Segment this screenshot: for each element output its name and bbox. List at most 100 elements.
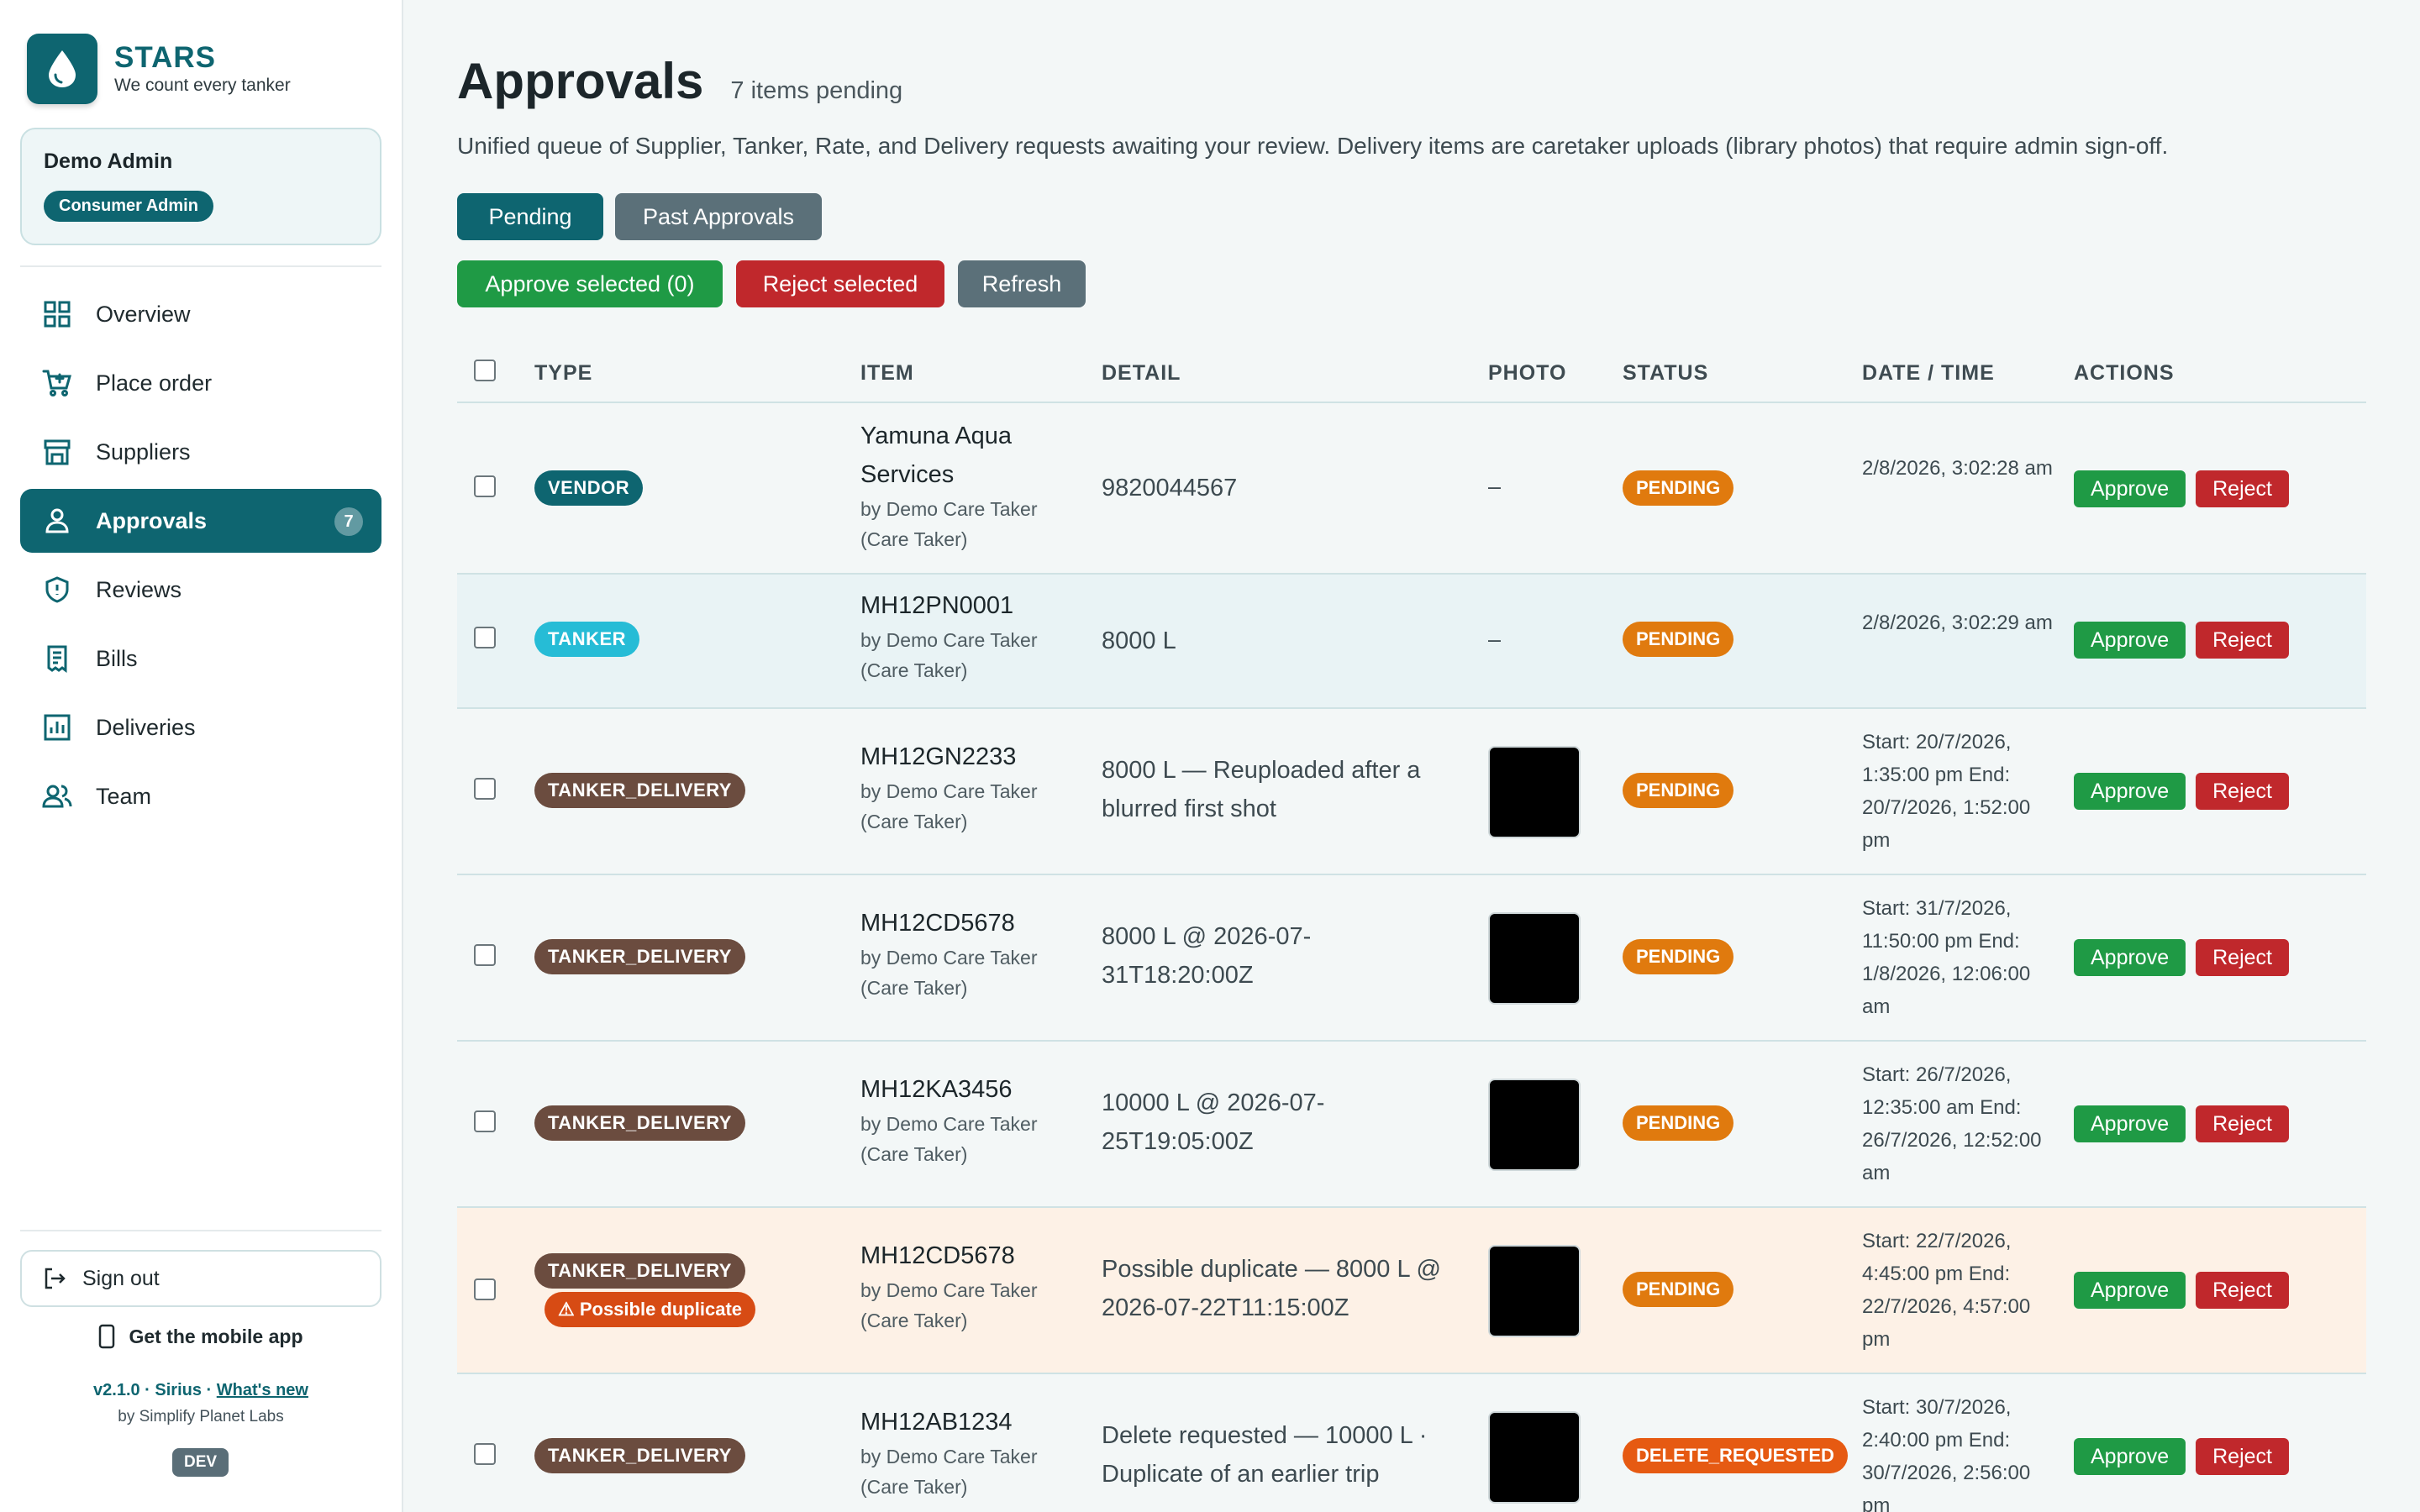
refresh-button[interactable]: Refresh [958, 260, 1086, 307]
item-detail: Possible duplicate — 8000 L @ 2026-07-22… [1102, 1256, 1441, 1321]
delivery-photo[interactable] [1488, 1411, 1581, 1504]
item-submitter: by Demo Care Taker (Care Taker) [860, 1446, 1038, 1498]
item-title: MH12KA3456 [860, 1076, 1013, 1103]
pending-count: 7 items pending [730, 77, 903, 104]
water-drop-icon [27, 34, 97, 104]
delivery-photo[interactable] [1488, 1245, 1581, 1337]
team-icon [40, 780, 74, 813]
select-all-checkbox[interactable] [474, 360, 496, 381]
sidebar-item-overview[interactable]: Overview [20, 282, 381, 346]
row-checkbox[interactable] [474, 475, 496, 497]
table-row: TANKER_DELIVERY MH12KA3456 by Demo Care … [457, 1042, 2366, 1208]
sidebar-item-approvals[interactable]: Approvals 7 [20, 489, 381, 553]
brand-tagline: We count every tanker [114, 76, 291, 95]
version-info: v2.1.0 · Sirius · What's new [20, 1381, 381, 1400]
row-checkbox[interactable] [474, 627, 496, 648]
table-row: TANKER_DELIVERY MH12AB1234 by Demo Care … [457, 1374, 2366, 1512]
reject-button[interactable]: Reject [2196, 1105, 2289, 1142]
sidebar-item-place-order[interactable]: Place order [20, 351, 381, 415]
sidebar-item-label: Place order [96, 370, 213, 396]
approve-button[interactable]: Approve [2074, 1272, 2186, 1309]
approvals-count-badge: 7 [334, 507, 363, 536]
item-datetime: 2/8/2026, 3:02:29 am [1862, 612, 2053, 634]
reject-button[interactable]: Reject [2196, 622, 2289, 659]
item-datetime: 2/8/2026, 3:02:28 am [1862, 457, 2053, 480]
reject-button[interactable]: Reject [2196, 1272, 2289, 1309]
receipt-icon [40, 642, 74, 675]
brand[interactable]: STARS We count every tanker [27, 34, 291, 104]
approvals-table: TYPE ITEM DETAIL PHOTO STATUS DATE / TIM… [457, 344, 2366, 1512]
reject-selected-button[interactable]: Reject selected [736, 260, 944, 307]
sidebar-item-label: Bills [96, 645, 138, 671]
delivery-photo[interactable] [1488, 912, 1581, 1005]
approve-selected-button[interactable]: Approve selected (0) [457, 260, 723, 307]
item-submitter: by Demo Care Taker (Care Taker) [860, 1279, 1038, 1331]
tab-past-approvals[interactable]: Past Approvals [615, 193, 822, 240]
reject-button[interactable]: Reject [2196, 773, 2289, 810]
reject-button[interactable]: Reject [2196, 939, 2289, 976]
row-checkbox[interactable] [474, 944, 496, 966]
sidebar-item-deliveries[interactable]: Deliveries [20, 696, 381, 759]
photo-empty: – [1488, 627, 1502, 652]
sidebar: STARS We count every tanker Demo Admin C… [0, 0, 403, 1512]
type-badge: TANKER_DELIVERY [534, 1105, 745, 1141]
delivery-photo[interactable] [1488, 1079, 1581, 1171]
sidebar-item-label: Reviews [96, 576, 182, 602]
divider [20, 265, 381, 267]
item-title: MH12CD5678 [860, 910, 1015, 937]
approve-button[interactable]: Approve [2074, 1105, 2186, 1142]
item-title: MH12AB1234 [860, 1409, 1013, 1436]
type-badge: TANKER_DELIVERY [534, 773, 745, 808]
reject-button[interactable]: Reject [2196, 470, 2289, 507]
sidebar-nav: Overview Place order Suppliers Approvals… [20, 282, 381, 833]
table-row: TANKER_DELIVERY MH12CD5678 by Demo Care … [457, 875, 2366, 1042]
mobile-app-link[interactable]: Get the mobile app [20, 1324, 381, 1349]
sidebar-item-bills[interactable]: Bills [20, 627, 381, 690]
status-badge: PENDING [1623, 470, 1734, 506]
item-datetime: Start: 30/7/2026, 2:40:00 pm End: 30/7/2… [1862, 1396, 2031, 1512]
sidebar-item-reviews[interactable]: Reviews [20, 558, 381, 622]
header-type: TYPE [534, 361, 593, 385]
row-checkbox[interactable] [474, 1110, 496, 1132]
item-datetime: Start: 20/7/2026, 1:35:00 pm End: 20/7/2… [1862, 731, 2031, 852]
company-credit: by Simplify Planet Labs [118, 1408, 284, 1425]
row-checkbox[interactable] [474, 1443, 496, 1465]
brand-name: STARS [114, 41, 217, 74]
item-submitter: by Demo Care Taker (Care Taker) [860, 1113, 1038, 1165]
row-checkbox[interactable] [474, 1278, 496, 1300]
approve-button[interactable]: Approve [2074, 470, 2186, 507]
sign-out-button[interactable]: Sign out [20, 1250, 381, 1307]
mobile-app-label: Get the mobile app [129, 1325, 303, 1347]
type-badge: TANKER [534, 622, 640, 657]
table-header: TYPE ITEM DETAIL PHOTO STATUS DATE / TIM… [457, 344, 2366, 403]
item-title: Yamuna Aqua Services [860, 423, 1013, 488]
store-icon [40, 435, 74, 469]
approve-button[interactable]: Approve [2074, 622, 2186, 659]
whats-new-link[interactable]: What's new [217, 1381, 308, 1399]
delivery-photo[interactable] [1488, 746, 1581, 838]
sidebar-item-label: Team [96, 783, 152, 809]
item-detail: 9820044567 [1102, 475, 1238, 501]
item-detail: 10000 L @ 2026-07-25T19:05:00Z [1102, 1089, 1325, 1155]
approve-button[interactable]: Approve [2074, 1438, 2186, 1475]
sidebar-item-suppliers[interactable]: Suppliers [20, 420, 381, 484]
reject-button[interactable]: Reject [2196, 1438, 2289, 1475]
sidebar-item-label: Overview [96, 301, 191, 327]
approve-button[interactable]: Approve [2074, 939, 2186, 976]
table-row: TANKER MH12PN0001 by Demo Care Taker (Ca… [457, 575, 2366, 709]
item-detail: Delete requested — 10000 L · Duplicate o… [1102, 1422, 1428, 1488]
status-badge: DELETE_REQUESTED [1623, 1438, 1848, 1473]
status-badge: PENDING [1623, 1272, 1734, 1307]
row-checkbox[interactable] [474, 778, 496, 800]
person-badge-icon [40, 504, 74, 538]
table-row: TANKER_DELIVERY ⚠ Possible duplicate MH1… [457, 1208, 2366, 1374]
version-text: v2.1.0 · Sirius · [93, 1381, 217, 1399]
photo-empty: – [1488, 474, 1502, 499]
approve-button[interactable]: Approve [2074, 773, 2186, 810]
item-detail: 8000 L @ 2026-07-31T18:20:00Z [1102, 923, 1312, 989]
tab-pending[interactable]: Pending [457, 193, 603, 240]
table-row: TANKER_DELIVERY MH12GN2233 by Demo Care … [457, 709, 2366, 875]
item-detail: 8000 L [1102, 627, 1176, 654]
shield-icon [40, 573, 74, 606]
sidebar-item-team[interactable]: Team [20, 764, 381, 828]
